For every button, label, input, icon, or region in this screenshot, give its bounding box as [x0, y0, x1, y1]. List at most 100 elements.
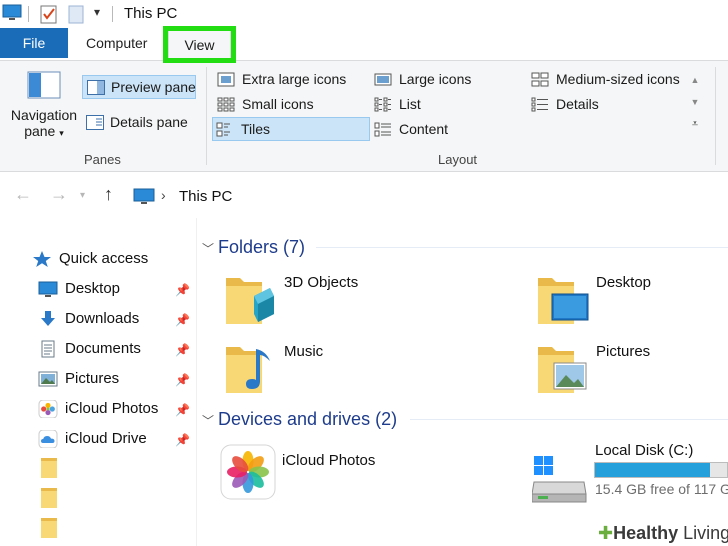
extra-large-icons-icon — [217, 72, 235, 87]
customize-quick-access-icon[interactable]: ▾ — [94, 5, 100, 19]
sidebar-item-desktop[interactable]: Desktop 📌 — [38, 276, 194, 302]
folder-label: 3D Objects — [284, 274, 359, 291]
ribbon-panel: Navigation pane ▾ Preview pane Details p… — [0, 60, 728, 172]
icloud-photos-drive-icon — [220, 444, 276, 500]
tiles-icon — [216, 122, 230, 137]
sidebar-label: Downloads — [65, 310, 140, 327]
properties-icon[interactable] — [40, 4, 58, 24]
sidebar-label: iCloud Photos — [65, 400, 159, 417]
layout-content[interactable]: Content — [371, 118, 521, 142]
navigation-bar: ← → ▾ ↑ › This PC — [0, 178, 728, 216]
folder-label: Desktop — [596, 274, 652, 291]
sidebar-label: iCloud Drive — [65, 430, 147, 447]
title-bar: ▾ This PC — [0, 0, 728, 28]
devices-section-header[interactable]: ﹀ Devices and drives (2) — [202, 406, 397, 432]
layout-details[interactable]: Details — [528, 93, 686, 117]
breadcrumb-this-pc[interactable]: This PC — [179, 188, 232, 205]
sidebar-item-icloud-photos[interactable]: iCloud Photos 📌 — [38, 396, 194, 422]
folders-section-header[interactable]: ﹀ Folders (7) — [202, 234, 305, 260]
title-separator-2 — [112, 6, 113, 22]
layout-gallery-scroll: ▲ ▼ ⩡ — [688, 69, 702, 137]
this-pc-icon — [133, 188, 155, 204]
recent-locations-icon[interactable]: ▾ — [80, 190, 85, 201]
tab-computer[interactable]: Computer — [86, 28, 147, 58]
sidebar-label: Documents — [65, 340, 141, 357]
layout-label: Tiles — [241, 121, 271, 137]
device-item-icloud-photos[interactable]: iCloud Photos — [220, 444, 520, 510]
leaf-icon: ✚ — [598, 523, 614, 543]
ribbon-group-separator — [206, 67, 207, 165]
gallery-scroll-up-icon[interactable]: ▲ — [688, 69, 702, 91]
gallery-scroll-down-icon[interactable]: ▼ — [688, 91, 702, 113]
layout-extra-large-icons[interactable]: Extra large icons — [214, 68, 370, 92]
medium-icons-icon — [531, 72, 549, 87]
layout-list[interactable]: List — [371, 93, 521, 117]
disk-usage-fill — [595, 463, 710, 477]
layout-large-icons[interactable]: Large icons — [371, 68, 521, 92]
sidebar-quick-access[interactable]: Quick access — [32, 246, 188, 272]
preview-pane-button[interactable]: Preview pane — [82, 75, 196, 99]
gallery-more-icon[interactable]: ⩡ — [688, 113, 702, 135]
sidebar-folder-icon[interactable] — [41, 518, 57, 538]
layout-small-icons[interactable]: Small icons — [214, 93, 370, 117]
details-pane-label: Details pane — [110, 114, 188, 130]
breadcrumb-chevron-icon[interactable]: › — [161, 187, 166, 203]
ribbon-tabs: File Computer — [0, 28, 728, 58]
back-arrow-icon[interactable]: ← — [14, 184, 32, 205]
sidebar-label: Pictures — [65, 370, 120, 387]
pin-icon[interactable]: 📌 — [175, 427, 190, 453]
star-icon — [33, 251, 51, 267]
navigation-pane-button[interactable]: Navigation pane ▾ — [8, 71, 80, 151]
pin-icon[interactable]: 📌 — [175, 307, 190, 333]
details-pane-button[interactable]: Details pane — [82, 111, 196, 135]
sidebar-item-documents[interactable]: Documents 📌 — [38, 336, 194, 362]
pin-icon[interactable]: 📌 — [175, 337, 190, 363]
section-divider — [410, 419, 728, 420]
layout-medium-icons[interactable]: Medium-sized icons — [528, 68, 686, 92]
layout-label: Details — [556, 96, 599, 112]
pin-icon[interactable]: 📌 — [175, 397, 190, 423]
up-arrow-icon[interactable]: ↑ — [104, 184, 113, 205]
collapse-chevron-icon[interactable]: ﹀ — [202, 408, 218, 434]
forward-arrow-icon[interactable]: → — [50, 184, 68, 205]
3d-objects-folder-icon — [226, 278, 274, 324]
large-icons-icon — [374, 73, 392, 86]
layout-label: Medium-sized icons — [556, 71, 680, 87]
address-bar[interactable]: › This PC — [130, 184, 728, 210]
watermark-brand: Healthy — [613, 523, 679, 543]
music-folder-icon — [226, 347, 270, 393]
pin-icon[interactable]: 📌 — [175, 367, 190, 393]
watermark-logo: ✚Healthy Living — [592, 520, 728, 546]
pane-divider[interactable] — [196, 218, 197, 546]
layout-label: Large icons — [399, 71, 472, 87]
navigation-pane-label: Navigation — [10, 107, 78, 123]
navigation-sidebar: Quick access Desktop 📌 Downloads 📌 Docum… — [0, 236, 196, 546]
title-separator — [28, 6, 29, 22]
folder-item-desktop[interactable]: Desktop — [534, 272, 728, 338]
layout-tiles[interactable]: Tiles — [212, 117, 370, 141]
folder-item-music[interactable]: Music — [222, 341, 502, 407]
desktop-icon — [38, 281, 58, 297]
sidebar-folder-icon[interactable] — [41, 458, 57, 478]
details-pane-icon — [86, 115, 104, 130]
sidebar-label: Quick access — [59, 250, 149, 267]
folder-item-3d-objects[interactable]: 3D Objects — [222, 272, 502, 338]
pin-icon[interactable]: 📌 — [175, 277, 190, 303]
computer-icon[interactable] — [2, 4, 22, 22]
new-folder-icon[interactable] — [68, 4, 84, 24]
content-icon — [374, 122, 391, 137]
tab-file[interactable]: File — [0, 28, 68, 58]
layout-label: List — [399, 96, 421, 112]
collapse-chevron-icon[interactable]: ﹀ — [202, 236, 218, 262]
panes-group-label: Panes — [84, 152, 121, 167]
watermark-brand-2: Living — [683, 523, 728, 543]
sidebar-item-icloud-drive[interactable]: iCloud Drive 📌 — [38, 426, 194, 452]
folder-item-pictures[interactable]: Pictures — [534, 341, 728, 407]
downloads-icon — [41, 311, 55, 326]
sidebar-folder-icon[interactable] — [41, 488, 57, 508]
folders-heading: Folders (7) — [218, 237, 306, 257]
sidebar-item-downloads[interactable]: Downloads 📌 — [38, 306, 194, 332]
device-label: Local Disk (C:) — [595, 442, 694, 459]
sidebar-item-pictures[interactable]: Pictures 📌 — [38, 366, 194, 392]
pictures-folder-icon — [538, 347, 587, 393]
